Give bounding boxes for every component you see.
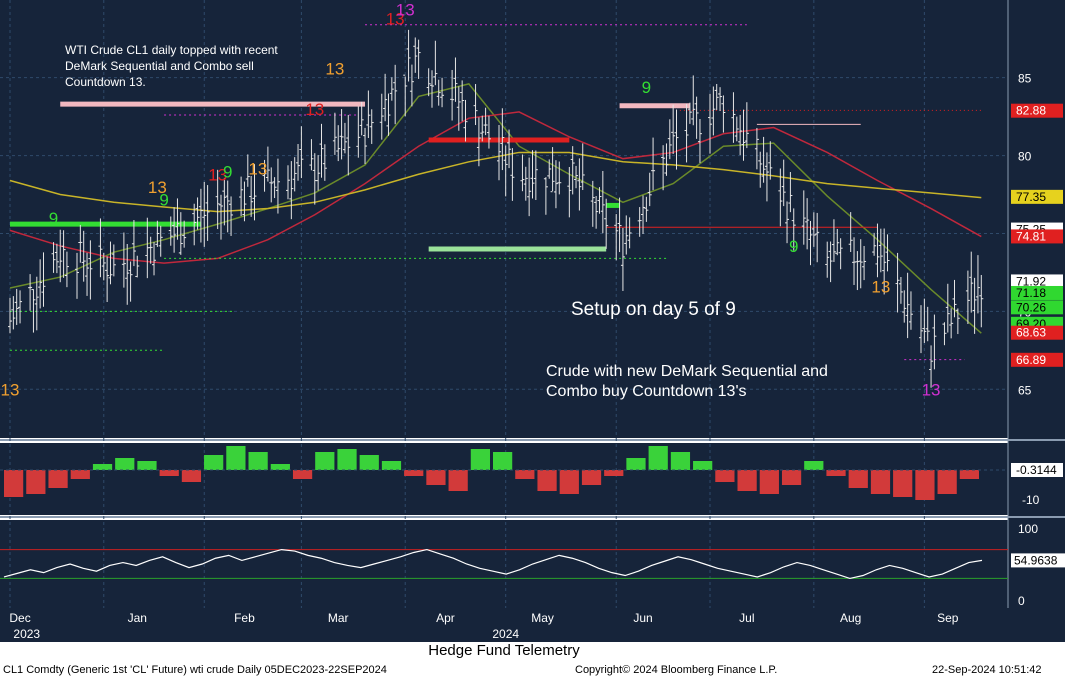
osc-bar [337, 449, 357, 470]
annotation-top-line2: DeMark Sequential and Combo sell [65, 59, 254, 73]
osc-bar [226, 446, 246, 470]
x-month-label: Jan [128, 611, 147, 625]
x-month-label: Sep [937, 611, 959, 625]
osc-bar [670, 452, 691, 470]
osc-bar [559, 470, 579, 494]
osc-bar [604, 470, 624, 476]
annotation-bottom-line1: Crude with new DeMark Sequential and [546, 363, 828, 380]
osc-bar [893, 470, 913, 497]
osc-bar [404, 470, 424, 476]
x-month-label: Jul [739, 611, 754, 625]
rsi-tick-label: 100 [1018, 522, 1038, 536]
demark-count-13: 13 [325, 60, 344, 79]
brand-label: Hedge Fund Telemetry [428, 642, 580, 659]
price-tag-label: 71.18 [1016, 286, 1046, 300]
osc-bar [515, 470, 535, 479]
annotation-bottom-line2: Combo buy Countdown 13's [546, 383, 747, 400]
demark-count-13: 13 [305, 100, 324, 119]
x-month-label: Jun [633, 611, 652, 625]
osc-bar [70, 470, 90, 479]
footer-center: Copyright© 2024 Bloomberg Finance L.P. [575, 664, 778, 676]
osc-last-label: -0.3144 [1016, 463, 1057, 477]
osc-bar [737, 470, 757, 491]
footer-right: 22-Sep-2024 10:51:42 [932, 664, 1042, 676]
osc-bar [870, 470, 891, 494]
rsi-panel [0, 520, 1008, 608]
chart-canvas: 1391391391313131313991313 657075808582.8… [0, 0, 1065, 642]
osc-bar [26, 470, 46, 494]
osc-bar [781, 470, 802, 485]
osc-bar [581, 470, 602, 485]
rsi-tick-label: 0 [1018, 594, 1025, 608]
x-year-label: 2024 [492, 627, 519, 641]
x-month-label: Aug [840, 611, 861, 625]
annotation-top-line3: Countdown 13. [65, 75, 146, 89]
osc-bar [115, 458, 135, 470]
demark-count-13: 13 [871, 278, 890, 297]
osc-bar [493, 452, 513, 470]
demark-count-13: 13 [248, 159, 267, 178]
osc-bar [715, 470, 735, 482]
osc-bar [359, 455, 379, 470]
osc-bar [137, 461, 157, 470]
x-month-label: Apr [436, 611, 455, 625]
osc-bar [248, 452, 268, 470]
price-tick-label: 85 [1018, 72, 1032, 86]
demark-count-13: 13 [1, 380, 20, 399]
price-tick-label: 80 [1018, 150, 1032, 164]
osc-bar [626, 458, 646, 470]
x-month-label: Dec [9, 611, 30, 625]
osc-bar [693, 461, 713, 470]
osc-bar [759, 470, 779, 494]
osc-bar [959, 470, 979, 479]
osc-bar [292, 470, 313, 479]
x-month-label: Mar [328, 611, 349, 625]
demark-count-13: 13 [922, 380, 941, 399]
osc-bar [92, 464, 113, 470]
price-tag-label: 77.35 [1016, 190, 1046, 204]
osc-bar [470, 449, 490, 470]
x-year-label: 2023 [13, 627, 40, 641]
footer-bar: CL1 Comdty (Generic 1st 'CL' Future) wti… [0, 660, 1065, 680]
osc-bar [848, 470, 868, 488]
price-tag-label: 68.63 [1016, 326, 1046, 340]
x-month-label: May [531, 611, 554, 625]
osc-bar [270, 464, 290, 470]
demark-count-13: 13 [396, 0, 415, 19]
demark-count-9: 9 [789, 237, 798, 256]
annotation-top-line1: WTI Crude CL1 daily topped with recent [65, 43, 278, 57]
price-tick-label: 65 [1018, 383, 1032, 397]
osc-bar [537, 470, 557, 491]
osc-bar [315, 452, 335, 470]
demark-count-9: 9 [49, 209, 58, 228]
x-month-label: Feb [234, 611, 255, 625]
footer-left: CL1 Comdty (Generic 1st 'CL' Future) wti… [3, 664, 387, 676]
osc-bar [426, 470, 446, 485]
osc-bar [648, 446, 668, 470]
price-tag-label: 74.81 [1016, 229, 1046, 243]
osc-bar [204, 455, 224, 470]
price-tag-label: 66.89 [1016, 353, 1046, 367]
rsi-last-label: 54.9638 [1014, 553, 1058, 567]
osc-bar [826, 470, 846, 476]
osc-bar [804, 461, 824, 470]
osc-bar [4, 470, 24, 497]
demark-count-9: 9 [642, 78, 651, 97]
price-tag-label: 82.88 [1016, 104, 1046, 118]
osc-bar [159, 470, 179, 476]
osc-bar [381, 461, 402, 470]
osc-bar [48, 470, 68, 488]
osc-bar [937, 470, 957, 494]
demark-count-9: 9 [159, 190, 168, 209]
osc-bar [448, 470, 468, 491]
annotation-setup: Setup on day 5 of 9 [571, 299, 736, 320]
osc-tick-label: -10 [1022, 493, 1040, 507]
demark-count-9: 9 [223, 162, 232, 181]
osc-bar [915, 470, 935, 500]
osc-bar [181, 470, 202, 482]
price-tag-label: 70.26 [1016, 300, 1046, 314]
